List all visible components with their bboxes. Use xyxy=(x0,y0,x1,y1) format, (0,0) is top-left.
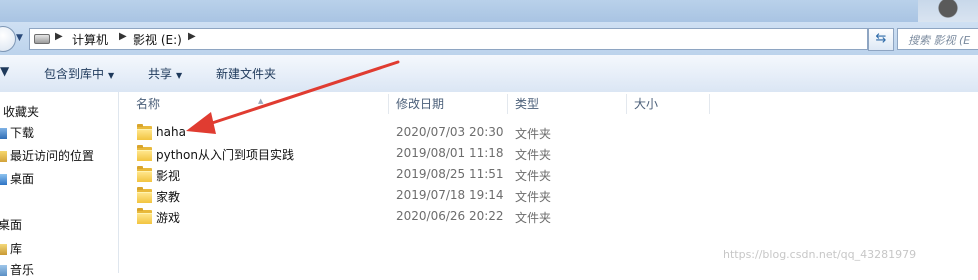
nav-item-downloads[interactable]: 下载 xyxy=(0,123,34,143)
file-row[interactable]: 游戏 2020/06/26 20:22 文件夹 xyxy=(119,206,978,227)
command-toolbar: ▼ 包含到库中 ▼ 共享 ▼ 新建文件夹 xyxy=(0,55,978,93)
file-name: 家教 xyxy=(156,190,181,204)
file-type: 文件夹 xyxy=(515,127,552,141)
column-header-label: 名称 xyxy=(136,97,161,111)
column-header-type[interactable]: 类型 xyxy=(508,94,627,114)
file-row[interactable]: 影视 2019/08/25 11:51 文件夹 xyxy=(119,164,978,185)
search-input[interactable]: 搜索 影视 (E xyxy=(897,28,978,50)
drive-icon xyxy=(34,34,50,44)
sort-arrow-icon: ▲ xyxy=(258,97,264,105)
file-date: 2019/08/25 11:51 xyxy=(396,167,504,181)
window-title-bar xyxy=(0,0,978,22)
nav-item-libraries[interactable]: 库 xyxy=(0,239,22,259)
forward-button[interactable] xyxy=(0,26,16,52)
nav-item-label: 库 xyxy=(10,242,23,256)
new-folder-button[interactable]: 新建文件夹 xyxy=(216,65,276,82)
column-header-name[interactable]: ▲ 名称 xyxy=(119,94,389,114)
folder-icon xyxy=(137,124,152,140)
file-type: 文件夹 xyxy=(515,169,552,183)
address-bar[interactable]: ▶ 计算机 ▶ 影视 (E:) ▶ ▼ xyxy=(29,28,890,50)
recent-places-icon xyxy=(0,151,7,162)
library-icon xyxy=(0,244,7,255)
include-in-library-label: 包含到库中 xyxy=(44,67,105,81)
file-row[interactable]: haha 2020/07/03 20:30 文件夹 xyxy=(119,122,978,143)
include-in-library-button[interactable]: 包含到库中 ▼ xyxy=(44,65,114,82)
file-date: 2019/08/01 11:18 xyxy=(396,146,504,160)
nav-item-label: 音乐 xyxy=(10,263,35,277)
folder-icon xyxy=(137,208,152,224)
column-header-date[interactable]: 修改日期 xyxy=(389,94,508,114)
recent-pages-dropdown-icon[interactable]: ▼ xyxy=(16,33,26,43)
file-date: 2020/06/26 20:22 xyxy=(396,209,504,223)
address-row: ▼ ▶ 计算机 ▶ 影视 (E:) ▶ ▼ ⇆ 搜索 影视 (E xyxy=(0,22,978,55)
breadcrumb-drive[interactable]: 影视 (E:) xyxy=(133,31,182,48)
nav-item-desktop-root[interactable]: 桌面 xyxy=(0,215,22,235)
chevron-down-icon: ▼ xyxy=(176,71,183,80)
organize-dropdown-icon[interactable]: ▼ xyxy=(0,64,9,78)
file-date: 2020/07/03 20:30 xyxy=(396,125,504,139)
file-type: 文件夹 xyxy=(515,211,552,225)
file-type: 文件夹 xyxy=(515,148,552,162)
file-name: haha xyxy=(156,125,186,139)
nav-item-favorites[interactable]: 收藏夹 xyxy=(0,102,39,122)
nav-item-music[interactable]: 音乐 xyxy=(0,260,34,280)
breadcrumb-computer[interactable]: 计算机 xyxy=(72,31,108,48)
nav-item-label: 桌面 xyxy=(10,172,35,186)
file-name: 游戏 xyxy=(156,211,181,225)
nav-item-recent-places[interactable]: 最近访问的位置 xyxy=(0,146,94,166)
file-row[interactable]: 家教 2019/07/18 19:14 文件夹 xyxy=(119,185,978,206)
file-type: 文件夹 xyxy=(515,190,552,204)
breadcrumb-separator-icon[interactable]: ▶ xyxy=(119,31,127,42)
nav-item-label: 最近访问的位置 xyxy=(10,149,95,163)
folder-icon xyxy=(137,166,152,182)
refresh-button[interactable]: ⇆ xyxy=(868,28,894,51)
download-folder-icon xyxy=(0,128,7,139)
file-row[interactable]: python从入门到项目实践 2019/08/01 11:18 文件夹 xyxy=(119,143,978,164)
nav-item-label: 桌面 xyxy=(0,218,23,232)
share-label: 共享 xyxy=(148,67,173,81)
folder-icon xyxy=(137,145,152,161)
folder-icon xyxy=(137,187,152,203)
column-header-size[interactable]: 大小 xyxy=(627,94,710,114)
file-name: 影视 xyxy=(156,169,181,183)
file-list: ▲ 名称 修改日期 类型 大小 haha 2020/07/03 20:30 文件… xyxy=(119,92,978,273)
file-date: 2019/07/18 19:14 xyxy=(396,188,504,202)
nav-item-desktop[interactable]: 桌面 xyxy=(0,169,34,189)
desktop-icon xyxy=(0,174,7,185)
search-placeholder: 搜索 影视 (E xyxy=(908,34,971,47)
watermark-text: https://blog.csdn.net/qq_43281979 xyxy=(723,248,917,261)
breadcrumb-separator-icon[interactable]: ▶ xyxy=(55,31,63,42)
music-icon xyxy=(0,265,7,276)
nav-item-label: 收藏夹 xyxy=(3,105,40,119)
navigation-pane: 收藏夹 下载 最近访问的位置 桌面 桌面 库 音乐 xyxy=(0,92,119,277)
nav-item-label: 下载 xyxy=(10,126,35,140)
file-name: python从入门到项目实践 xyxy=(156,148,294,162)
share-button[interactable]: 共享 ▼ xyxy=(148,65,182,82)
chevron-down-icon: ▼ xyxy=(108,71,115,80)
breadcrumb-separator-icon[interactable]: ▶ xyxy=(188,31,196,42)
